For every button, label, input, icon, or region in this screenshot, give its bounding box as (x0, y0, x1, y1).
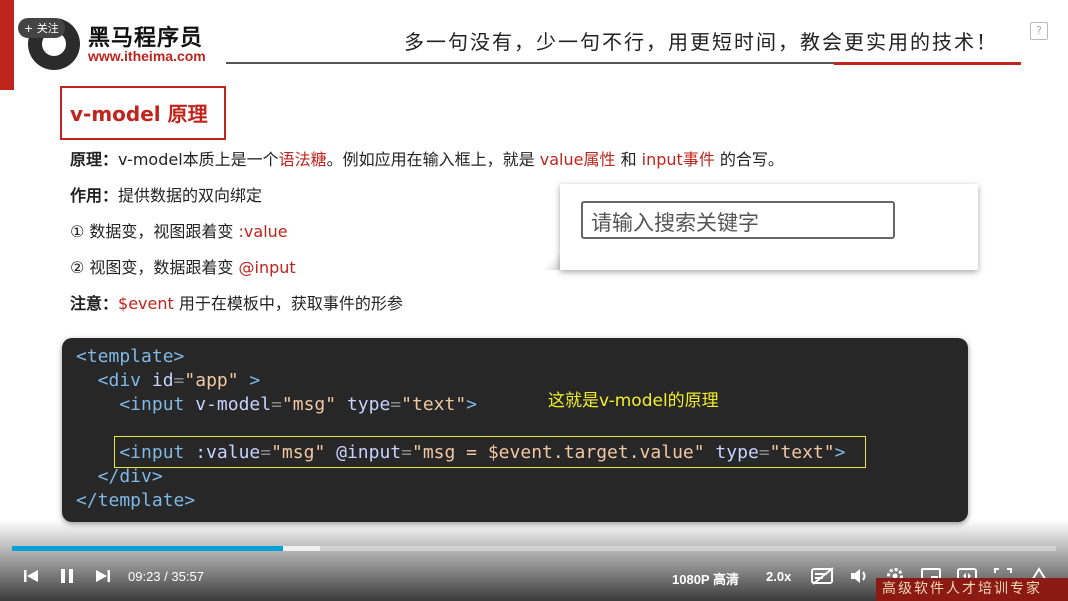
code-line-7: </template> (76, 490, 196, 511)
principle-line: 原理：v-model本质上是一个语法糖。例如应用在输入框上，就是 value属性… (70, 150, 784, 169)
left-red-strip (0, 0, 14, 90)
follow-button[interactable]: + 关注 (18, 18, 65, 38)
brand-url: www.itheima.com (88, 48, 206, 64)
slide-title-sub: 原理 (167, 102, 208, 126)
code-annotation: 这就是v-model的原理 (548, 391, 719, 411)
quality-selector[interactable]: 1080P 高清 (672, 569, 739, 588)
speed-selector[interactable]: 2.0x (766, 569, 791, 584)
volume-icon[interactable] (848, 566, 870, 586)
highlight-box (114, 436, 866, 468)
slide-title: v-model 原理 (70, 98, 208, 127)
note-line: 注意：$event 用于在模板中，获取事件的形参 (70, 294, 403, 313)
code-line-1: <template> (76, 346, 185, 367)
time-display: 09:23 / 35:57 (128, 569, 204, 584)
progress-played (12, 546, 283, 551)
divider-accent (834, 62, 1021, 65)
slogan: 多一句没有，少一句不行，用更短时间，教会更实用的技术！ (404, 30, 998, 54)
code-line-3: <input v-model="msg" type="text"> (76, 394, 478, 415)
danmaku-toggle-icon[interactable] (810, 566, 836, 586)
slide-title-box: v-model 原理 (60, 86, 226, 140)
previous-icon[interactable] (20, 566, 42, 586)
code-line-2: <div id="app" > (76, 370, 261, 391)
role-line: 作用：提供数据的双向绑定 (70, 186, 263, 205)
search-input[interactable]: 请输入搜索关键字 (581, 201, 895, 239)
pause-icon[interactable] (56, 566, 78, 586)
bullet-view-to-data: ② 视图变，数据跟着变 @input (70, 258, 296, 277)
help-icon[interactable]: ? (1030, 22, 1048, 40)
next-icon[interactable] (92, 566, 114, 586)
slide-title-main: v-model (70, 102, 168, 126)
watermark: 高级软件人才培训专家 (876, 578, 1068, 601)
bullet-data-to-view: ① 数据变，视图跟着变 :value (70, 222, 288, 241)
code-block (62, 338, 968, 522)
code-line-6: </div> (76, 466, 163, 487)
